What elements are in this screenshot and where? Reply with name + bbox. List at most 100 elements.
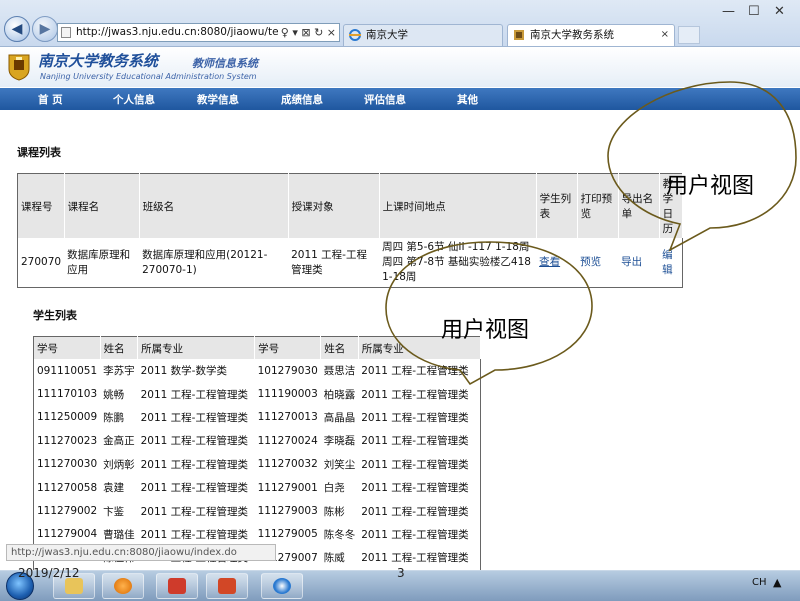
page-icon	[61, 27, 71, 38]
student-name: 陈鹏	[103, 411, 125, 424]
student-major: 2011 工程-工程管理类	[140, 482, 248, 495]
class-name: 数据库原理和应用(20121-270070-1)	[142, 248, 268, 276]
menu-evaluation-info[interactable]: 评估信息	[364, 92, 406, 107]
student-header-row: 学号 姓名 所属专业 学号 姓名 所属专业	[33, 336, 482, 359]
student-row: 111279004 曹璐佳 2011 工程-工程管理类 111279005 陈冬冬 201…	[34, 523, 481, 546]
student-name: 聂思洁	[323, 365, 356, 378]
student-major: 2011 工程-工程管理类	[361, 552, 469, 565]
address-controls[interactable]: ♀ ▾ ⊠ ↻ ×	[277, 24, 339, 41]
internet-explorer-icon[interactable]	[261, 573, 303, 599]
menu-home[interactable]: 首 页	[38, 92, 63, 107]
col-print-preview: 打印预览	[577, 173, 619, 238]
student-name: 陈冬冬	[323, 528, 356, 541]
university-logo	[8, 54, 30, 81]
menu-personal-info[interactable]: 个人信息	[113, 92, 155, 107]
student-major: 2011 工程-工程管理类	[140, 411, 248, 424]
export-list-link[interactable]: 导出	[621, 256, 642, 268]
col-student-name: 姓名	[100, 336, 139, 359]
back-arrow-icon[interactable]: ◀	[4, 16, 30, 42]
audience: 2011 工程-工程管理类	[291, 248, 367, 276]
col-time-place: 上课时间地点	[379, 173, 537, 238]
student-major: 2011 工程-工程管理类	[140, 388, 248, 401]
view-students-link[interactable]: 查看	[539, 256, 560, 268]
student-id: 111279003	[257, 505, 318, 518]
col-course-no: 课程号	[17, 173, 65, 238]
student-major: 2011 数学-数学类	[140, 365, 227, 378]
menu-teaching-info[interactable]: 教学信息	[197, 92, 239, 107]
student-id: 111270058	[37, 481, 98, 494]
col-student-id-2: 学号	[254, 336, 322, 359]
col-course-name: 课程名	[64, 173, 140, 238]
student-row: 111270023 金高正 2011 工程-工程管理类 111270024 李晓磊 201…	[34, 429, 481, 452]
student-major: 2011 工程-工程管理类	[361, 435, 469, 448]
col-student-id: 学号	[33, 336, 101, 359]
course-list-heading: 课程列表	[17, 146, 61, 159]
student-major: 2011 工程-工程管理类	[361, 388, 469, 401]
student-major: 2011 工程-工程管理类	[361, 482, 469, 495]
student-major: 2011 工程-工程管理类	[140, 435, 248, 448]
main-menu: 首 页 个人信息 教学信息 成绩信息 评估信息 其他	[0, 88, 800, 110]
tab-label: 南京大学	[366, 29, 408, 41]
menu-other[interactable]: 其他	[457, 92, 478, 107]
close-window-icon[interactable]: ✕	[774, 4, 785, 19]
student-name: 陈威	[323, 552, 345, 565]
col-export: 导出名单	[618, 173, 660, 238]
course-header-row: 课程号 课程名 班级名 授课对象 上课时间地点 学生列表 打印预览 导出名单 教…	[17, 173, 684, 238]
student-name: 李晓磊	[323, 435, 356, 448]
student-major: 2011 工程-工程管理类	[361, 505, 469, 518]
student-id: 111170103	[37, 388, 98, 401]
student-name: 曹璐佳	[103, 528, 135, 541]
student-id: 111190003	[257, 388, 318, 401]
student-id: 111250009	[37, 411, 98, 424]
student-list-heading: 学生列表	[33, 309, 77, 322]
col-major: 所属专业	[137, 336, 256, 359]
edit-calendar-link[interactable]: 编辑	[662, 249, 673, 276]
callout-label-top: 用户视图	[666, 174, 755, 199]
col-class-name: 班级名	[139, 173, 289, 238]
print-preview-link[interactable]: 预览	[580, 256, 601, 268]
new-tab-button[interactable]	[678, 26, 700, 44]
forward-arrow-icon[interactable]: ▶	[32, 16, 58, 42]
callout-label-bottom: 用户视图	[441, 318, 530, 343]
student-major: 2011 工程-工程管理类	[361, 365, 469, 378]
tab-nanjing-university[interactable]: 南京大学	[343, 24, 503, 46]
app-icon[interactable]	[156, 573, 198, 599]
browser-chrome: — ☐ ✕ ◀ ▶ http://jwas3.nju.edu.cn:8080/j…	[0, 0, 800, 47]
site-header: 南京大学教务系统 教师信息系统 Nanjing University Educa…	[0, 47, 800, 87]
time-place: 周四 第5-6节 仙II -117 1-18周 周四 第7-8节 基础实验楼乙4…	[382, 241, 531, 283]
student-id: 111279001	[257, 481, 318, 494]
menu-grade-info[interactable]: 成绩信息	[281, 92, 323, 107]
student-major: 2011 工程-工程管理类	[140, 528, 248, 541]
student-name: 金高正	[103, 435, 135, 448]
student-row: 111279002 卞鉴 2011 工程-工程管理类 111279003 陈彬 2011 …	[34, 499, 481, 522]
tab-academic-system[interactable]: 南京大学教务系统 ×	[507, 24, 675, 46]
student-major: 2011 工程-工程管理类	[361, 458, 469, 471]
status-bar-url: http://jwas3.nju.edu.cn:8080/jiaowu/inde…	[6, 544, 276, 561]
student-id: 111270032	[257, 458, 318, 471]
tab-close-icon[interactable]: ×	[661, 25, 669, 45]
student-name: 李苏宇	[103, 365, 135, 378]
student-row: 111270030 刘炳彰 2011 工程-工程管理类 111270032 刘笑尘 201…	[34, 453, 481, 476]
maximize-icon[interactable]: ☐	[748, 4, 760, 19]
ime-indicator[interactable]: CH	[752, 577, 767, 588]
student-row: 111250009 陈鹏 2011 工程-工程管理类 111270013 高晶晶 2011…	[34, 406, 481, 429]
tab-label: 南京大学教务系统	[530, 29, 614, 41]
slide-date: 2019/2/12	[18, 566, 80, 580]
minimize-icon[interactable]: —	[722, 4, 735, 19]
student-id: 111270023	[37, 434, 98, 447]
col-audience: 授课对象	[288, 173, 380, 238]
student-name: 柏晓露	[323, 388, 356, 401]
ie-page-icon	[349, 29, 361, 41]
media-player-icon[interactable]	[102, 573, 144, 599]
col-student-list: 学生列表	[536, 173, 578, 238]
address-bar[interactable]: http://jwas3.nju.edu.cn:8080/jiaowu/tea …	[57, 23, 340, 42]
site-english-title: Nanjing University Educational Administr…	[40, 72, 257, 81]
student-major: 2011 工程-工程管理类	[140, 458, 248, 471]
powerpoint-icon[interactable]	[206, 573, 248, 599]
student-id: 111279004	[37, 528, 98, 541]
student-major: 2011 工程-工程管理类	[140, 505, 248, 518]
tray-arrow-icon[interactable]: ▲	[773, 576, 781, 589]
student-id: 091110051	[37, 364, 98, 377]
student-major: 2011 工程-工程管理类	[361, 528, 469, 541]
student-row: 111170103 姚畅 2011 工程-工程管理类 111190003 柏晓露 2011…	[34, 382, 481, 405]
